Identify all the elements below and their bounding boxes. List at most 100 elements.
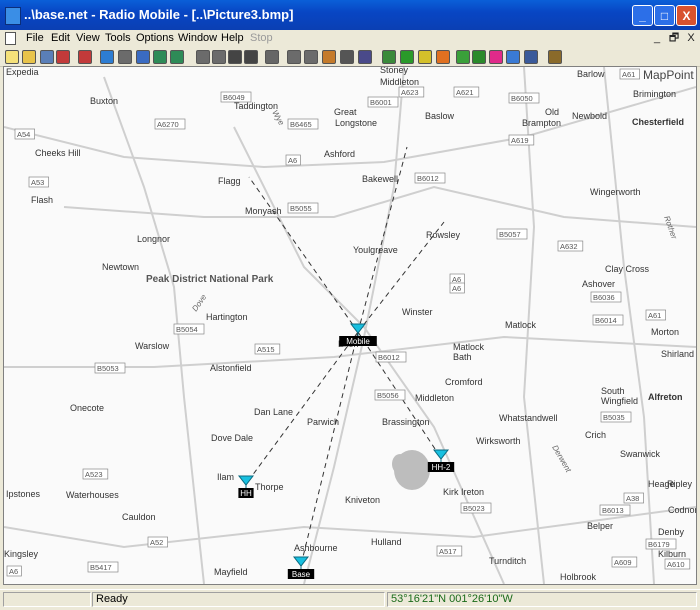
window-title: ..\base.net - Radio Mobile - [..\Picture… bbox=[24, 7, 294, 22]
road-label: A517 bbox=[439, 547, 457, 556]
menu-view[interactable]: View bbox=[76, 32, 100, 44]
road-label: B5053 bbox=[97, 364, 119, 373]
place-label: Bakewell bbox=[362, 174, 398, 184]
place-label: Middleton bbox=[380, 77, 419, 87]
extract-icon[interactable] bbox=[244, 50, 258, 64]
place-label: Crich bbox=[585, 430, 606, 440]
road-label: B6013 bbox=[602, 506, 624, 515]
road-label: B6465 bbox=[290, 120, 312, 129]
place-label: Longstone bbox=[335, 118, 377, 128]
clock-icon[interactable] bbox=[436, 50, 450, 64]
open-icon[interactable] bbox=[22, 50, 36, 64]
road-label: B5055 bbox=[290, 204, 312, 213]
visual-coverage-icon[interactable] bbox=[400, 50, 414, 64]
unit-properties-icon[interactable] bbox=[78, 50, 92, 64]
place-label: Parwich bbox=[307, 417, 339, 427]
place-label: Dove Dale bbox=[211, 433, 253, 443]
save-icon[interactable] bbox=[40, 50, 54, 64]
app-icon[interactable] bbox=[5, 7, 21, 25]
title-bar[interactable]: ..\base.net - Radio Mobile - [..\Picture… bbox=[0, 0, 700, 30]
road-label: B6179 bbox=[648, 540, 670, 549]
height-icon[interactable] bbox=[322, 50, 336, 64]
road-label: A621 bbox=[456, 88, 474, 97]
menu-options[interactable]: Options bbox=[136, 32, 174, 44]
polar-icon[interactable] bbox=[456, 50, 470, 64]
elevation-icon[interactable] bbox=[340, 50, 354, 64]
minimize-button[interactable]: _ bbox=[632, 5, 653, 26]
river-label: Wye bbox=[270, 109, 286, 128]
place-label: Hulland bbox=[371, 537, 402, 547]
antenna-icon bbox=[292, 556, 310, 567]
place-label: Kirk Ireton bbox=[443, 487, 484, 497]
back-icon[interactable] bbox=[153, 50, 167, 64]
copy-bmp-icon[interactable] bbox=[304, 50, 318, 64]
chart-icon[interactable] bbox=[524, 50, 538, 64]
menu-window[interactable]: Window bbox=[178, 32, 217, 44]
place-label: Shirland bbox=[661, 349, 694, 359]
place-label: Wingerworth bbox=[590, 187, 641, 197]
mdi-restore-button[interactable]: 🗗 bbox=[667, 32, 681, 45]
forward-icon[interactable] bbox=[170, 50, 184, 64]
place-label: Clay Cross bbox=[605, 264, 650, 274]
place-label: Kingsley bbox=[4, 549, 39, 559]
unit-icon[interactable] bbox=[418, 50, 432, 64]
paste-bmp-icon[interactable] bbox=[287, 50, 301, 64]
paste-icon[interactable] bbox=[212, 50, 226, 64]
radio-link-icon[interactable] bbox=[382, 50, 396, 64]
mdi-minimize-button[interactable]: _ bbox=[650, 32, 664, 45]
rainbow-icon[interactable] bbox=[506, 50, 520, 64]
place-label: Cauldon bbox=[122, 512, 156, 522]
mdi-close-button[interactable]: X bbox=[684, 32, 698, 45]
river-label: Rother bbox=[662, 215, 679, 241]
pan-icon[interactable] bbox=[136, 50, 150, 64]
road-label: B6036 bbox=[593, 293, 615, 302]
place-label: Turnditch bbox=[489, 556, 526, 566]
map-canvas[interactable]: Expedia Stoney Middleton Baslow Barlow Brimin… bbox=[4, 67, 696, 584]
road-label: B6050 bbox=[511, 94, 533, 103]
toolbar bbox=[0, 48, 700, 67]
exit-icon[interactable] bbox=[548, 50, 562, 64]
new-icon[interactable] bbox=[5, 50, 19, 64]
menu-stop: Stop bbox=[250, 32, 273, 44]
unit-label: Mobile bbox=[346, 337, 370, 346]
place-label: Middleton bbox=[415, 393, 454, 403]
map-properties-icon[interactable] bbox=[118, 50, 132, 64]
road-label: A623 bbox=[401, 88, 419, 97]
road-label: A53 bbox=[31, 178, 44, 187]
road-label: A523 bbox=[85, 470, 103, 479]
place-label: Mayfield bbox=[214, 567, 248, 577]
menu-help[interactable]: Help bbox=[221, 32, 244, 44]
place-label: Stoney bbox=[380, 67, 409, 75]
road-label: B6001 bbox=[370, 98, 392, 107]
grid-icon[interactable] bbox=[358, 50, 372, 64]
road-label: B5417 bbox=[90, 563, 112, 572]
place-label: Ipstones bbox=[6, 489, 41, 499]
document-icon[interactable] bbox=[5, 32, 16, 45]
maximize-button[interactable]: □ bbox=[654, 5, 675, 26]
copy-icon[interactable] bbox=[196, 50, 210, 64]
menu-tools[interactable]: Tools bbox=[105, 32, 131, 44]
world-icon[interactable] bbox=[100, 50, 114, 64]
road-label: A515 bbox=[257, 345, 275, 354]
place-label: Denby bbox=[658, 527, 685, 537]
road-label: A52 bbox=[150, 538, 163, 547]
road-label: B6012 bbox=[417, 174, 439, 183]
place-label: Cromford bbox=[445, 377, 483, 387]
single-polar-icon[interactable] bbox=[472, 50, 486, 64]
print-icon[interactable] bbox=[265, 50, 279, 64]
merge-icon[interactable] bbox=[228, 50, 242, 64]
road-label: B5054 bbox=[176, 325, 198, 334]
unit-marker[interactable]: HH bbox=[237, 475, 255, 498]
unit-marker[interactable]: Mobile bbox=[339, 323, 377, 346]
road-label: A6 bbox=[452, 275, 461, 284]
place-label: Matlock bbox=[453, 342, 485, 352]
close-button[interactable]: X bbox=[676, 5, 697, 26]
road-label: A6 bbox=[288, 156, 297, 165]
combined-icon[interactable] bbox=[489, 50, 503, 64]
road-label: B5057 bbox=[499, 230, 521, 239]
network-properties-icon[interactable] bbox=[56, 50, 70, 64]
menu-file[interactable]: File bbox=[26, 32, 44, 44]
road-label: A609 bbox=[614, 558, 632, 567]
menu-edit[interactable]: Edit bbox=[51, 32, 70, 44]
map-view[interactable]: Expedia Stoney Middleton Baslow Barlow Brimin… bbox=[3, 66, 697, 585]
